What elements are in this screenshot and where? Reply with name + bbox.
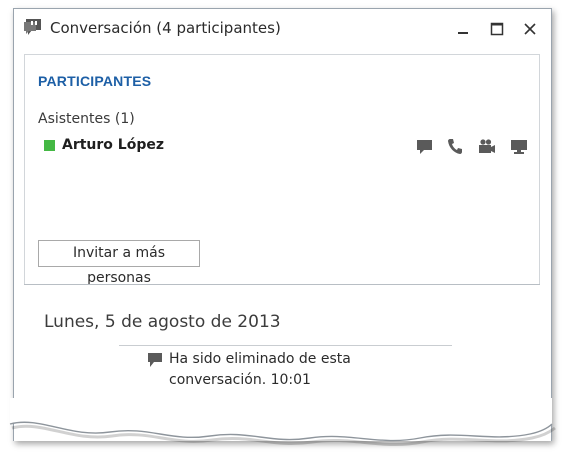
phone-icon[interactable]	[446, 138, 464, 155]
system-message-line-1: Ha sido eliminado de esta	[169, 351, 351, 367]
screen-share-icon[interactable]	[510, 138, 528, 155]
system-message-line-2: conversación. 10:01	[169, 372, 311, 388]
message-bubble-icon	[148, 353, 162, 367]
conversation-icon	[24, 19, 41, 35]
message-separator	[119, 345, 452, 346]
conversation-window: Conversación (4 participantes) PARTICIPA…	[13, 8, 552, 441]
participants-heading: PARTICIPANTES	[38, 73, 152, 89]
torn-edge-decoration	[9, 398, 556, 446]
system-message: Ha sido eliminado de esta conversación. …	[169, 349, 399, 391]
invite-more-people-button[interactable]: Invitar a más personas	[38, 240, 200, 286]
im-icon[interactable]	[416, 138, 434, 155]
video-icon[interactable]	[478, 138, 496, 155]
attendees-group-label[interactable]: Asistentes (1)	[38, 111, 135, 127]
window-title: Conversación (4 participantes)	[50, 19, 281, 37]
participant-row[interactable]: Arturo López	[38, 135, 527, 157]
screenshot-stage: Conversación (4 participantes) PARTICIPA…	[0, 0, 564, 460]
minimize-icon[interactable]	[455, 21, 471, 37]
title-bar[interactable]: Conversación (4 participantes)	[14, 9, 551, 49]
conversation-date: Lunes, 5 de agosto de 2013	[44, 312, 281, 332]
close-icon[interactable]	[522, 21, 538, 37]
pane-divider[interactable]	[24, 284, 540, 285]
participants-pane: PARTICIPANTES Asistentes (1) Arturo Lópe…	[24, 54, 540, 286]
presence-indicator	[44, 140, 55, 151]
maximize-icon[interactable]	[489, 21, 505, 37]
participant-name: Arturo López	[62, 137, 164, 153]
